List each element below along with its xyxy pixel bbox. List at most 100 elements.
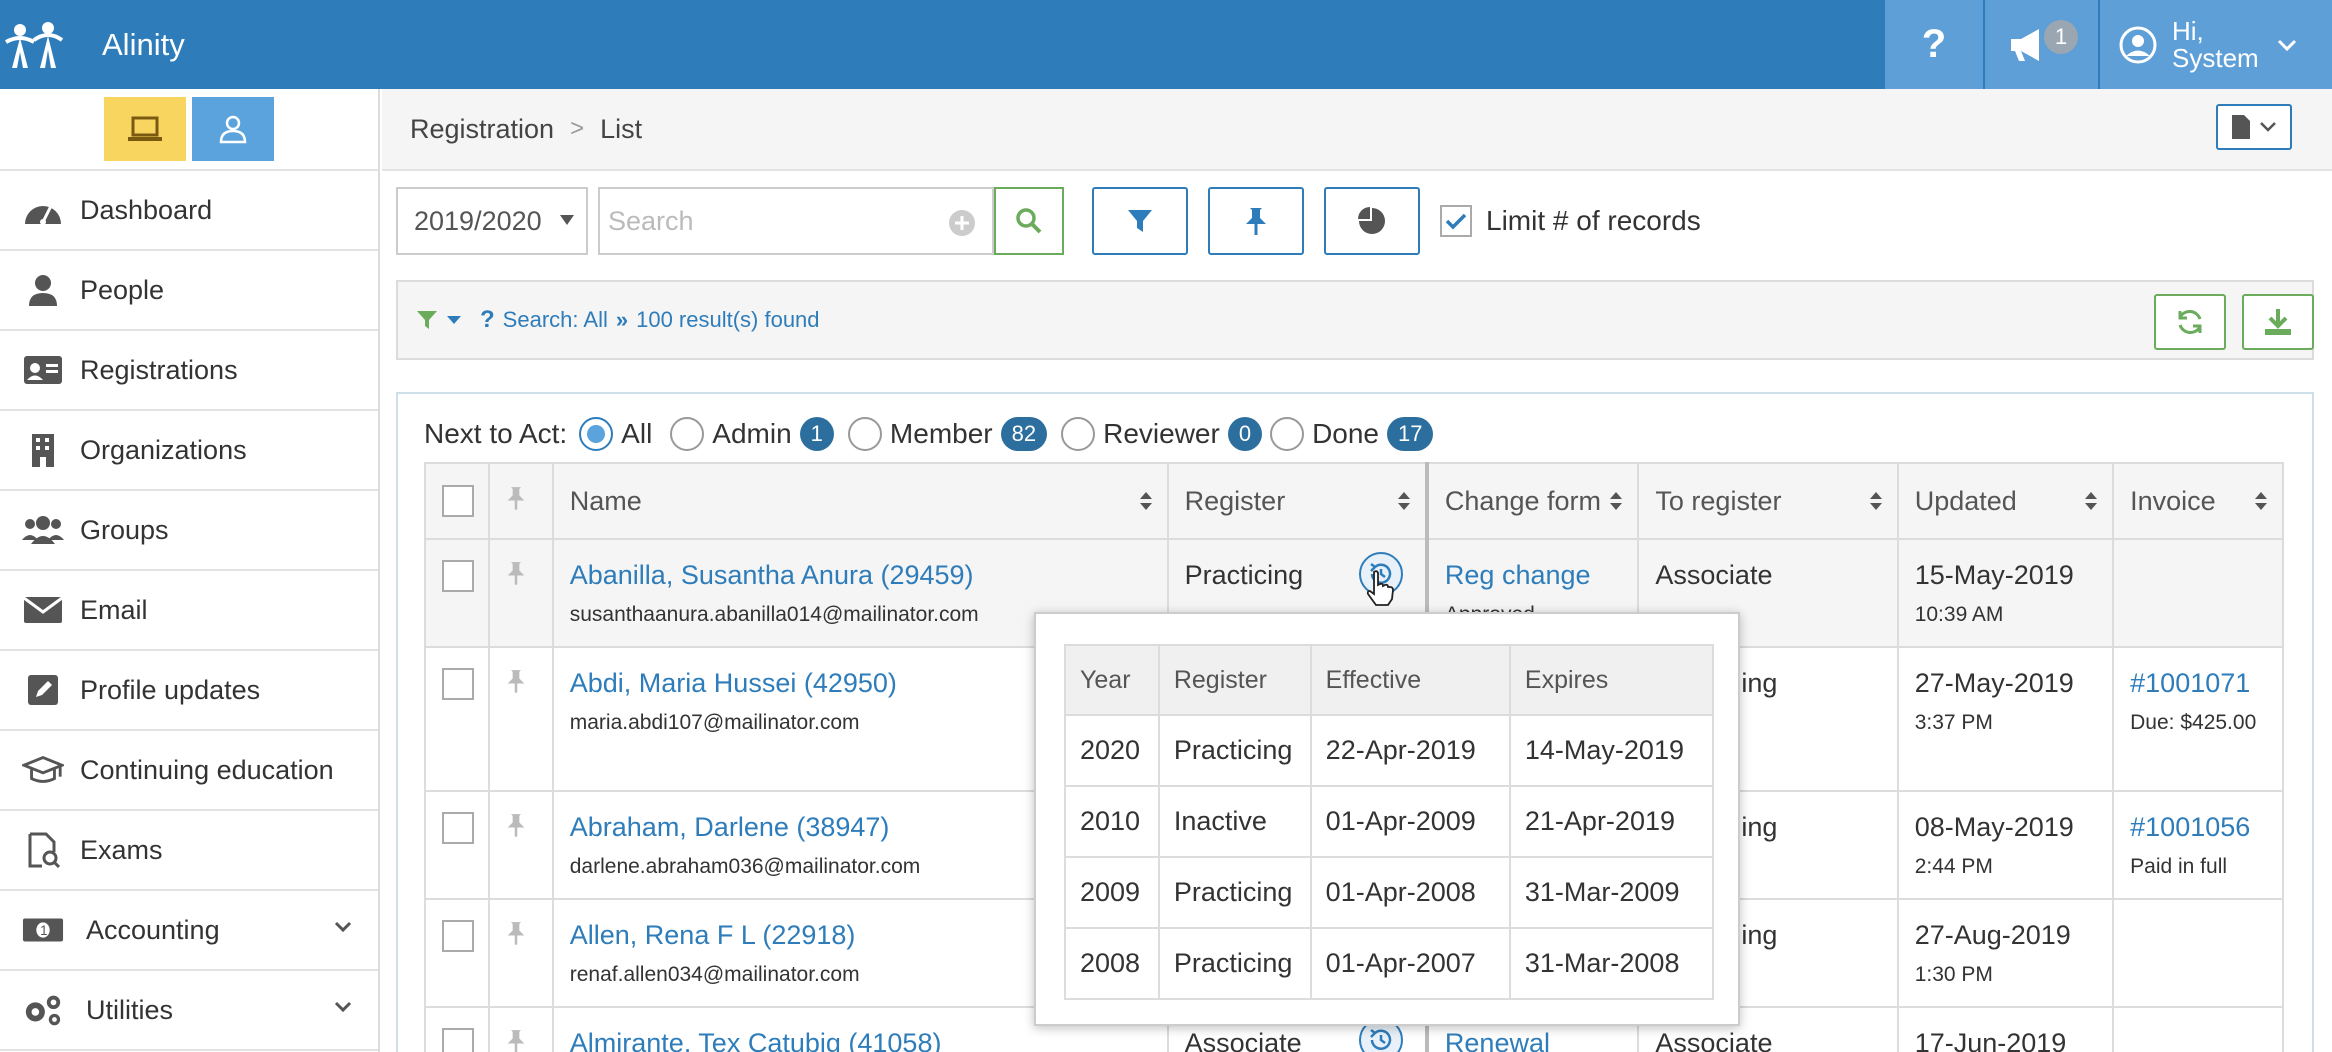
- updated-date: 17-Jun-2019: [1914, 1028, 2067, 1052]
- updated-time: 1:30 PM: [1914, 963, 1993, 986]
- person-name-link[interactable]: Almirante, Tex Catubig (41058): [570, 1028, 1167, 1052]
- row-checkbox[interactable]: [442, 920, 474, 952]
- filter-icon[interactable]: [416, 309, 438, 331]
- pin-icon[interactable]: [506, 668, 526, 694]
- history-register: Practicing: [1157, 856, 1312, 929]
- column-header-to-register[interactable]: To register: [1637, 462, 1899, 540]
- sidebar-item-continuing-education[interactable]: Continuing education: [0, 731, 378, 811]
- column-header-name[interactable]: Name: [551, 462, 1169, 540]
- radio-reviewer[interactable]: [1061, 417, 1096, 451]
- header-label: To register: [1655, 485, 1782, 516]
- updated-time: 2:44 PM: [1914, 855, 1993, 878]
- search-button[interactable]: [994, 187, 1064, 255]
- pin-icon[interactable]: [506, 560, 526, 586]
- sidebar-item-exams[interactable]: Exams: [0, 811, 378, 891]
- sidebar-item-utilities[interactable]: Utilities: [0, 971, 378, 1051]
- pin-button[interactable]: [1208, 187, 1304, 255]
- brand[interactable]: Alinity: [4, 20, 185, 70]
- user-menu[interactable]: Hi, System: [2098, 0, 2332, 89]
- search-criteria-text[interactable]: Search: All: [503, 307, 608, 333]
- pin-icon[interactable]: [506, 920, 526, 946]
- checkbox-checked[interactable]: [1440, 205, 1472, 237]
- sidebar-item-profile-updates[interactable]: Profile updates: [0, 651, 378, 731]
- gears-icon: [22, 991, 64, 1029]
- question-icon[interactable]: ?: [480, 306, 495, 334]
- sidebar-item-people[interactable]: People: [0, 251, 378, 331]
- sidebar-item-accounting[interactable]: 1 Accounting: [0, 891, 378, 971]
- breadcrumb-registration[interactable]: Registration: [410, 114, 554, 145]
- chart-button[interactable]: [1324, 187, 1420, 255]
- row-checkbox[interactable]: [442, 812, 474, 844]
- sidebar-item-organizations[interactable]: Organizations: [0, 411, 378, 491]
- limit-records-checkbox[interactable]: Limit # of records: [1440, 205, 1701, 237]
- filter-button[interactable]: [1092, 187, 1188, 255]
- year-select[interactable]: 2019/2020: [396, 187, 588, 255]
- radio-label: Done: [1312, 418, 1379, 449]
- pin-icon[interactable]: [506, 812, 526, 838]
- download-button[interactable]: [2242, 294, 2314, 350]
- next-to-act-label: Next to Act:: [424, 418, 568, 449]
- radio-label: Reviewer: [1103, 418, 1220, 449]
- pin-icon[interactable]: [506, 1028, 526, 1052]
- column-header-updated[interactable]: Updated: [1896, 462, 2115, 540]
- row-checkbox[interactable]: [442, 560, 474, 592]
- history-effective: 01-Apr-2007: [1309, 927, 1511, 1000]
- refresh-button[interactable]: [2154, 294, 2226, 350]
- plus-circle-icon[interactable]: [948, 209, 976, 237]
- history-icon: [1369, 1029, 1391, 1050]
- column-header-invoice[interactable]: Invoice: [2112, 462, 2284, 540]
- history-year: 2009: [1064, 856, 1160, 929]
- radio-member[interactable]: [847, 417, 882, 451]
- person-name-link[interactable]: Abanilla, Susantha Anura (29459): [570, 560, 1167, 591]
- sort-icon: [2085, 492, 2098, 510]
- chevron-down-icon: [2260, 122, 2276, 132]
- invoice-link[interactable]: #1001056: [2130, 812, 2282, 843]
- history-header-expires: Expires: [1508, 644, 1715, 716]
- file-icon: [2232, 115, 2250, 139]
- sidebar-item-label: Utilities: [86, 994, 174, 1025]
- row-checkbox[interactable]: [442, 1028, 474, 1052]
- row-pin-cell: [487, 790, 554, 900]
- help-button[interactable]: ?: [1883, 0, 1983, 89]
- header-label: Change form: [1444, 485, 1602, 516]
- register-value: Practicing: [1184, 560, 1304, 590]
- profile-mode-button[interactable]: [192, 97, 274, 161]
- sidebar-item-dashboard[interactable]: Dashboard: [0, 171, 378, 251]
- sidebar-item-groups[interactable]: Groups: [0, 491, 378, 571]
- change-form-link[interactable]: Reg change: [1445, 560, 1637, 591]
- count-badge: 1: [799, 417, 834, 451]
- users-icon: [22, 511, 64, 549]
- results-count-text: 100 result(s) found: [636, 307, 820, 332]
- pin-icon: [1246, 208, 1266, 235]
- desktop-mode-button[interactable]: [104, 97, 186, 161]
- updated-date: 27-Aug-2019: [1914, 920, 2071, 950]
- header-label: Register: [1184, 485, 1286, 516]
- radio-all[interactable]: [579, 417, 614, 451]
- sidebar-item-label: Email: [80, 594, 148, 625]
- change-form-link[interactable]: Renewal: [1445, 1028, 1637, 1052]
- history-year: 2008: [1064, 927, 1160, 1000]
- app-name: Alinity: [102, 27, 185, 62]
- svg-text:1: 1: [40, 923, 47, 938]
- document-menu-button[interactable]: [2216, 104, 2292, 150]
- header-label: Updated: [1914, 485, 2017, 516]
- caret-down-icon[interactable]: [446, 314, 462, 326]
- radio-admin[interactable]: [670, 417, 705, 451]
- chevron-down-icon: [334, 921, 352, 933]
- invoice-link[interactable]: #1001071: [2130, 668, 2282, 699]
- search-input[interactable]: [608, 205, 928, 237]
- radio-done[interactable]: [1270, 417, 1305, 451]
- greeting-hi: Hi,: [2172, 15, 2204, 46]
- updated-cell: 27-May-2019 3:37 PM: [1896, 646, 2115, 792]
- sidebar-item-email[interactable]: Email: [0, 571, 378, 651]
- column-header-change-form[interactable]: Change form: [1425, 462, 1640, 540]
- column-header-register[interactable]: Register: [1166, 462, 1429, 540]
- select-all-checkbox[interactable]: [442, 485, 474, 517]
- search-toolbar: 2019/2020 Limit # of records: [396, 187, 1701, 255]
- notifications-button[interactable]: 1: [1983, 0, 2098, 89]
- row-checkbox[interactable]: [442, 668, 474, 700]
- edit-icon: [22, 671, 64, 709]
- dashboard-icon: [22, 191, 64, 229]
- updated-cell: 15-May-2019 10:39 AM: [1896, 538, 2115, 648]
- sidebar-item-registrations[interactable]: Registrations: [0, 331, 378, 411]
